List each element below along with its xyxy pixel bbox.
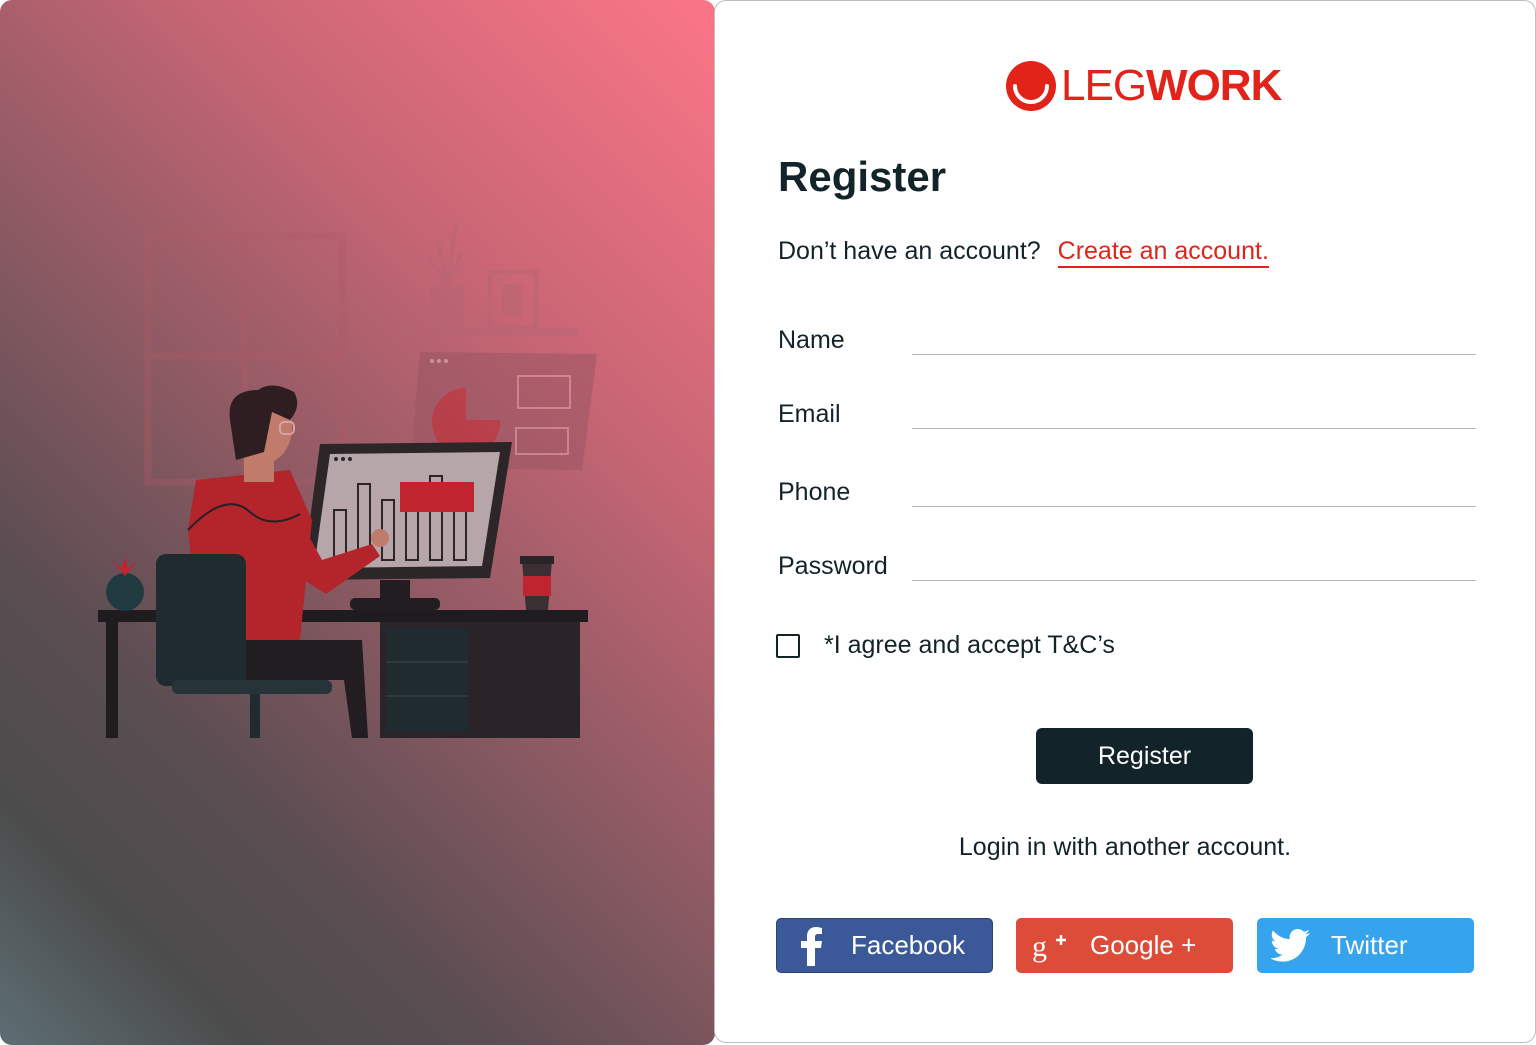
twitter-label: Twitter: [1331, 930, 1408, 960]
terms-row: *I agree and accept T&C’s: [776, 631, 1115, 660]
phone-field: Phone: [778, 467, 1476, 507]
register-card: LEGWORK Register Don’t have an account? …: [714, 0, 1536, 1043]
email-label: Email: [778, 400, 841, 428]
hero-panel: [0, 0, 715, 1045]
account-prompt-text: Don’t have an account?: [778, 237, 1041, 265]
office-illustration: [98, 221, 597, 738]
legwork-logo-icon: [1006, 61, 1056, 111]
password-field: Password: [778, 541, 1476, 581]
create-account-link[interactable]: Create an account.: [1057, 237, 1269, 268]
page-title: Register: [778, 153, 947, 200]
twitter-login-button[interactable]: Twitter: [1257, 918, 1474, 973]
name-label: Name: [778, 326, 845, 354]
logo-word-bold: WORK: [1146, 61, 1282, 110]
password-input[interactable]: [912, 548, 1476, 581]
logo-word-light: LEG: [1061, 61, 1147, 110]
phone-label: Phone: [778, 478, 851, 506]
account-prompt: Don’t have an account? Create an account…: [778, 237, 1269, 268]
logo-wordmark: LEGWORK: [1061, 61, 1282, 110]
terms-label: *I agree and accept T&C’s: [824, 631, 1115, 659]
google-plus-icon: g: [1030, 926, 1070, 966]
phone-input[interactable]: [912, 474, 1476, 507]
shelf-shape: [400, 221, 578, 336]
register-button[interactable]: Register: [1036, 728, 1253, 784]
email-input[interactable]: [912, 396, 1476, 429]
plant-shape: [106, 556, 144, 611]
facebook-login-button[interactable]: Facebook: [776, 918, 993, 973]
facebook-label: Facebook: [851, 930, 966, 960]
svg-text:g: g: [1032, 930, 1047, 963]
facebook-icon: [791, 926, 831, 966]
password-label: Password: [778, 552, 888, 580]
legwork-logo: LEGWORK: [1005, 59, 1282, 113]
alt-login-text: Login in with another account.: [958, 833, 1292, 861]
twitter-icon: [1271, 926, 1311, 966]
name-input[interactable]: [912, 322, 1476, 355]
terms-checkbox[interactable]: [776, 633, 800, 658]
email-field: Email: [778, 389, 1476, 429]
name-field: Name: [778, 315, 1476, 355]
google-plus-login-button[interactable]: g Google +: [1016, 918, 1233, 973]
coffee-cup-shape: [520, 556, 554, 610]
google-plus-label: Google +: [1090, 930, 1197, 960]
